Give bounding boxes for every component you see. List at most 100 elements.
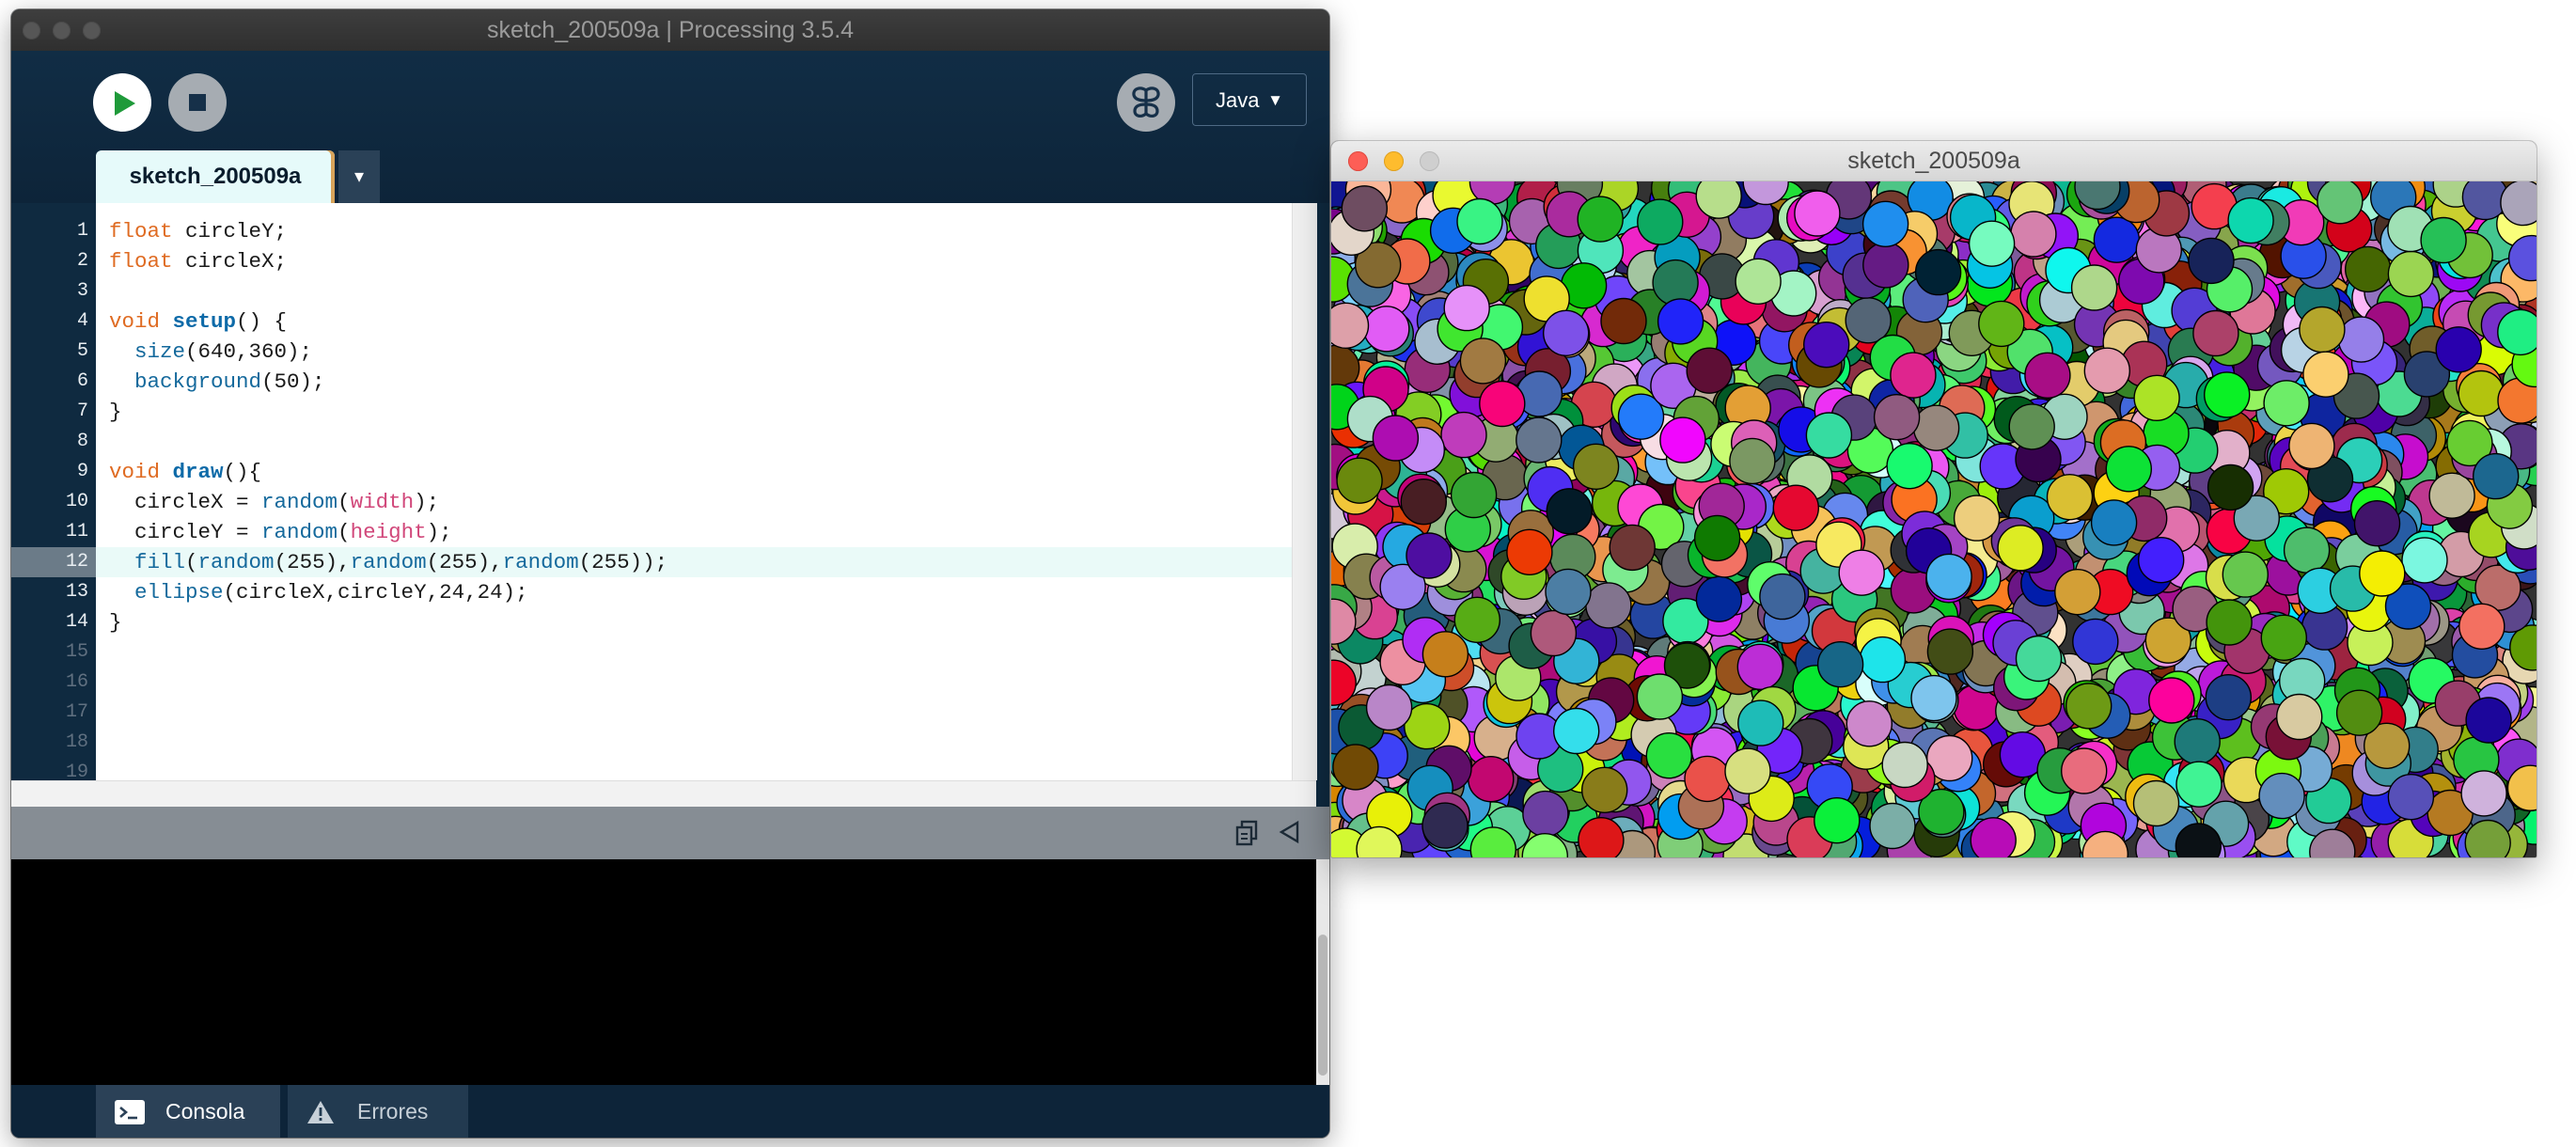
code-line[interactable]: void draw(){ — [109, 457, 261, 487]
circle — [2428, 472, 2475, 519]
line-number: 17 — [65, 701, 88, 723]
circle — [1341, 185, 1388, 232]
circle — [1659, 416, 1706, 464]
line-number: 4 — [76, 310, 88, 332]
circle — [2359, 550, 2406, 597]
circle — [2288, 422, 2335, 470]
tab-menu-button[interactable]: ▾ — [338, 150, 380, 203]
circle — [1422, 802, 1469, 849]
circle — [2015, 635, 2063, 683]
circle — [1456, 197, 1503, 245]
code-line[interactable]: circleX = random(width); — [109, 487, 439, 517]
circle — [1862, 242, 1909, 289]
circle — [1572, 443, 1620, 490]
code-line[interactable]: } — [109, 397, 122, 427]
circle — [1609, 524, 1656, 572]
circle — [1636, 673, 1684, 720]
circle — [1542, 309, 1590, 357]
code-line[interactable]: size(640,360); — [109, 337, 312, 367]
circle — [1846, 700, 1893, 747]
code-line[interactable]: float circleY; — [109, 216, 287, 246]
line-number-gutter: 1 2 3 4 5 6 7 8 9 10 11 12 13 14 15 16 17 18 19 — [11, 203, 96, 783]
circle — [2317, 181, 2364, 225]
circle — [2093, 216, 2141, 263]
copy-icon[interactable] — [1235, 820, 1260, 846]
circle — [2337, 316, 2385, 363]
circle — [1814, 797, 1861, 844]
circle — [1695, 575, 1743, 622]
circle — [2192, 309, 2239, 357]
debug-button[interactable] — [1117, 73, 1175, 132]
circle — [1914, 248, 1962, 296]
line-number: 9 — [76, 461, 88, 482]
circle — [2072, 618, 2119, 666]
circle — [2344, 245, 2392, 293]
circle — [2260, 614, 2307, 661]
console-scrollbar-thumb[interactable] — [1318, 935, 1327, 1076]
circle — [1450, 471, 1498, 519]
line-number: 12 — [65, 551, 88, 573]
circle — [1910, 674, 1957, 722]
circle — [1861, 200, 1909, 247]
circle — [2204, 371, 2251, 418]
circle — [1581, 766, 1628, 813]
console-header — [11, 807, 1329, 859]
tab-errors[interactable]: Errores — [288, 1085, 468, 1138]
stop-button[interactable] — [168, 73, 227, 132]
mode-selector[interactable]: Java ▼ — [1192, 73, 1307, 126]
circle — [1331, 302, 1370, 349]
circle — [2206, 599, 2253, 646]
tab-console[interactable]: Consola — [96, 1085, 280, 1138]
code-line[interactable]: float circleX; — [109, 246, 287, 276]
circle — [2283, 526, 2331, 574]
terminal-icon — [115, 1100, 145, 1124]
ide-titlebar[interactable]: sketch_200509a | Processing 3.5.4 — [11, 9, 1329, 51]
code-line[interactable]: } — [109, 607, 122, 637]
code-line[interactable]: circleY = random(height); — [109, 517, 452, 547]
line-number: 2 — [76, 250, 88, 272]
code-line[interactable]: ellipse(circleX,circleY,24,24); — [109, 577, 528, 607]
circle — [1729, 437, 1776, 485]
circle — [1336, 457, 1383, 504]
stop-icon — [189, 94, 206, 111]
circle — [2105, 446, 2152, 493]
butterfly-icon — [1132, 86, 1160, 118]
code-line[interactable]: void setup() { — [109, 306, 287, 337]
line-number: 7 — [76, 401, 88, 422]
circle — [1657, 298, 1704, 345]
circle — [1805, 412, 1853, 459]
code-line[interactable]: background(50); — [109, 367, 325, 397]
circle — [1978, 300, 2025, 348]
circle — [1506, 528, 1553, 575]
console-output[interactable] — [11, 859, 1316, 1085]
run-button[interactable] — [93, 73, 151, 132]
line-number: 1 — [76, 220, 88, 242]
circle — [1890, 352, 1937, 399]
tab-console-label: Consola — [165, 1099, 245, 1123]
tab-sketch[interactable]: sketch_200509a — [96, 150, 335, 203]
triangle-left-icon[interactable] — [1279, 820, 1301, 844]
code-editor[interactable]: float circleY; float circleX; void setup()… — [96, 203, 1292, 780]
sketch-canvas[interactable] — [1331, 181, 2537, 857]
circle — [1365, 683, 1413, 731]
chevron-down-icon: ▼ — [1267, 91, 1283, 109]
editor-vertical-scrollbar[interactable] — [1292, 203, 1317, 780]
circle — [2497, 308, 2537, 356]
editor-horizontal-scrollbar[interactable] — [11, 780, 1316, 808]
circle — [1684, 755, 1731, 803]
code-line[interactable]: fill(random(255),random(255),random(255)… — [109, 547, 668, 577]
circle — [1545, 568, 1592, 616]
warning-icon — [307, 1101, 334, 1123]
circle — [1873, 393, 1921, 441]
line-number: 11 — [65, 521, 88, 542]
circle — [2299, 306, 2346, 354]
circle — [1845, 297, 1892, 344]
circle — [1600, 297, 1647, 345]
circle — [2061, 747, 2108, 794]
circle — [1970, 817, 2017, 857]
console-scrollbar[interactable] — [1316, 859, 1329, 1085]
circle — [1637, 198, 1684, 245]
sketch-titlebar[interactable]: sketch_200509a — [1331, 141, 2537, 181]
circle — [1736, 643, 1783, 690]
circle — [1553, 707, 1600, 755]
